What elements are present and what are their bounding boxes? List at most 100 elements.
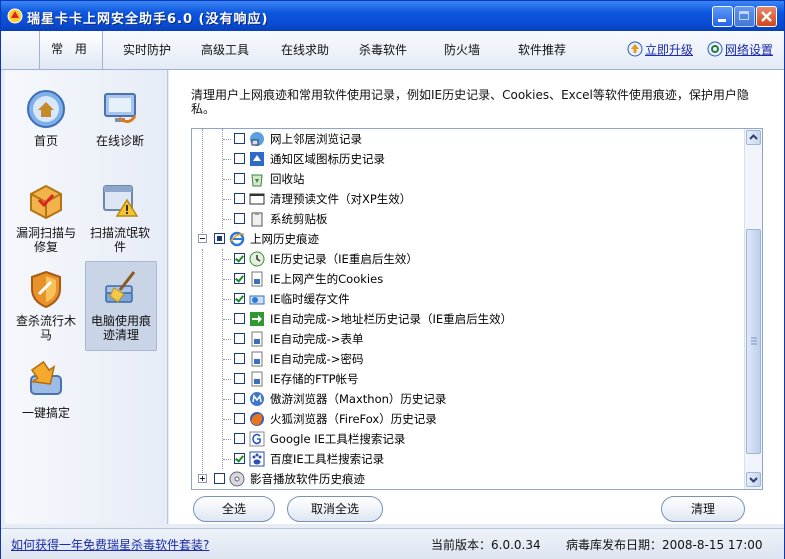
sidebar-item-label: 一键搞定 <box>21 406 70 420</box>
sidebar-item-one-click[interactable]: 一键搞定 <box>11 360 81 420</box>
main-content: 清理用户上网痕迹和常用软件使用记录，例如IE历史记录、Cookies、Excel… <box>169 70 784 524</box>
item-checkbox[interactable] <box>234 313 245 324</box>
menu-bar: 常 用 实时防护 高级工具 在线求助 杀毒软件 防火墙 软件推荐 立即升级 网络… <box>1 31 784 70</box>
deselect-all-button[interactable]: 取消全选 <box>287 496 383 522</box>
group-checkbox[interactable] <box>214 473 225 484</box>
group-checkbox[interactable] <box>214 233 225 244</box>
item-checkbox[interactable] <box>234 133 245 144</box>
tree-group[interactable]: 上网历史痕迹 <box>192 229 732 249</box>
clean-button[interactable]: 清理 <box>661 496 745 522</box>
item-checkbox[interactable] <box>234 453 245 464</box>
tree-connector <box>223 339 231 340</box>
upgrade-link[interactable]: 立即升级 <box>627 41 693 58</box>
network-settings-label: 网络设置 <box>725 43 774 57</box>
tray-icon <box>250 152 264 166</box>
sidebar-item-label: 查杀流行木马 <box>15 314 76 342</box>
tab-common[interactable]: 常 用 <box>39 31 103 69</box>
tree-group[interactable]: 影音播放软件历史痕迹 <box>192 469 732 489</box>
item-label: 回收站 <box>270 172 305 186</box>
home-icon <box>27 90 65 128</box>
tree-item[interactable]: IE临时缓存文件 <box>192 289 732 309</box>
tab-firewall[interactable]: 防火墙 <box>444 41 480 58</box>
tree-item[interactable]: IE存储的FTP帐号 <box>192 369 732 389</box>
sidebar-item-trojan-kill[interactable]: 查杀流行木马 <box>11 268 81 342</box>
window-title: 瑞星卡卡上网安全助手6.0 (没有响应) <box>27 12 269 27</box>
tab-online-help[interactable]: 在线求助 <box>281 41 329 58</box>
item-label: IE自动完成->表单 <box>270 332 364 346</box>
tab-realtime-protection[interactable]: 实时防护 <box>123 41 171 58</box>
network-settings-link[interactable]: 网络设置 <box>707 41 773 58</box>
item-checkbox[interactable] <box>234 393 245 404</box>
ftp-icon <box>251 371 263 387</box>
tree-item[interactable]: 通知区域图标历史记录 <box>192 149 732 169</box>
tree-connector <box>223 419 231 420</box>
tree-item[interactable]: IE上网产生的Cookies <box>192 269 732 289</box>
tree-connector <box>223 179 231 180</box>
tree-item[interactable]: 火狐浏览器（FireFox）历史记录 <box>192 409 732 429</box>
version-text: 当前版本：6.0.0.34 <box>431 538 541 552</box>
item-checkbox[interactable] <box>234 353 245 364</box>
tree-item[interactable]: Google IE工具栏搜索记录 <box>192 429 732 449</box>
scroll-thumb[interactable] <box>746 229 761 454</box>
upgrade-label: 立即升级 <box>645 43 694 57</box>
title-bar[interactable]: 瑞星卡卡上网安全助手6.0 (没有响应) <box>1 1 784 31</box>
item-checkbox[interactable] <box>234 213 245 224</box>
tree-connector <box>223 319 231 320</box>
tree-connector <box>223 279 231 280</box>
shield-box-icon <box>30 184 62 220</box>
item-label: IE自动完成->密码 <box>270 352 364 366</box>
tree-item[interactable]: IE自动完成->地址栏历史记录（IE重启后生效） <box>192 309 732 329</box>
form-icon <box>251 331 263 347</box>
tree-item[interactable]: IE历史记录（IE重启后生效） <box>192 249 732 269</box>
scroll-up-button[interactable] <box>746 130 761 145</box>
tree-list: 网上邻居浏览记录 通知区域图标历史记录 回收站 清理预读文件（对XP生效） 系统… <box>192 129 744 489</box>
minimize-button[interactable] <box>712 6 733 27</box>
group-label: 上网历史痕迹 <box>250 232 319 246</box>
network-settings-icon <box>707 41 723 57</box>
tree-connector <box>223 159 231 160</box>
item-checkbox[interactable] <box>234 413 245 424</box>
tree-connector <box>223 299 231 300</box>
sidebar-item-online-diagnosis[interactable]: 在线诊断 <box>85 88 155 148</box>
item-checkbox[interactable] <box>234 293 245 304</box>
select-all-button[interactable]: 全选 <box>193 496 275 522</box>
item-label: 网上邻居浏览记录 <box>270 132 362 146</box>
tree-item[interactable]: 百度IE工具栏搜索记录 <box>192 449 732 469</box>
item-checkbox[interactable] <box>234 273 245 284</box>
item-checkbox[interactable] <box>234 433 245 444</box>
tree-scrollbar[interactable] <box>744 129 762 489</box>
maximize-button[interactable] <box>734 6 755 27</box>
tab-antivirus[interactable]: 杀毒软件 <box>359 41 407 58</box>
trace-tree: 网上邻居浏览记录 通知区域图标历史记录 回收站 清理预读文件（对XP生效） 系统… <box>191 128 763 490</box>
item-checkbox[interactable] <box>234 253 245 264</box>
tab-advanced-tools[interactable]: 高级工具 <box>201 41 249 58</box>
sidebar-item-usage-trace-clean[interactable]: 电脑使用痕迹清理 <box>85 261 157 351</box>
scroll-down-button[interactable] <box>746 472 761 487</box>
tree-item[interactable]: 回收站 <box>192 169 732 189</box>
free-antivirus-link[interactable]: 如何获得一年免费瑞星杀毒软件套装? <box>11 536 209 553</box>
item-checkbox[interactable] <box>234 333 245 344</box>
tree-item[interactable]: IE自动完成->密码 <box>192 349 732 369</box>
expand-toggle[interactable] <box>198 474 207 483</box>
collapse-toggle[interactable] <box>198 234 207 243</box>
tree-item[interactable]: 傲游浏览器（Maxthon）历史记录 <box>192 389 732 409</box>
tab-software-recommend[interactable]: 软件推荐 <box>518 41 566 58</box>
item-checkbox[interactable] <box>234 173 245 184</box>
app-window: 瑞星卡卡上网安全助手6.0 (没有响应) 常 用 实时防护 高级工具 在线求助 … <box>0 0 785 559</box>
item-checkbox[interactable] <box>234 193 245 204</box>
tree-item[interactable]: IE自动完成->表单 <box>192 329 732 349</box>
tree-item[interactable]: 系统剪贴板 <box>192 209 732 229</box>
google-icon <box>249 431 265 447</box>
item-checkbox[interactable] <box>234 373 245 384</box>
tree-item[interactable]: 网上邻居浏览记录 <box>192 129 732 149</box>
item-label: Google IE工具栏搜索记录 <box>270 432 406 446</box>
sidebar-item-vulnerability-scan[interactable]: 漏洞扫描与修复 <box>11 180 81 254</box>
tree-item[interactable]: 清理预读文件（对XP生效） <box>192 189 732 209</box>
close-button[interactable] <box>756 6 777 27</box>
item-label: 清理预读文件（对XP生效） <box>270 192 412 206</box>
sidebar-item-home[interactable]: 首页 <box>11 88 81 148</box>
sidebar-item-rogue-scan[interactable]: 扫描流氓软件 <box>85 180 155 254</box>
go-arrow-icon <box>250 312 264 326</box>
item-checkbox[interactable] <box>234 153 245 164</box>
clipboard-icon <box>251 212 263 227</box>
